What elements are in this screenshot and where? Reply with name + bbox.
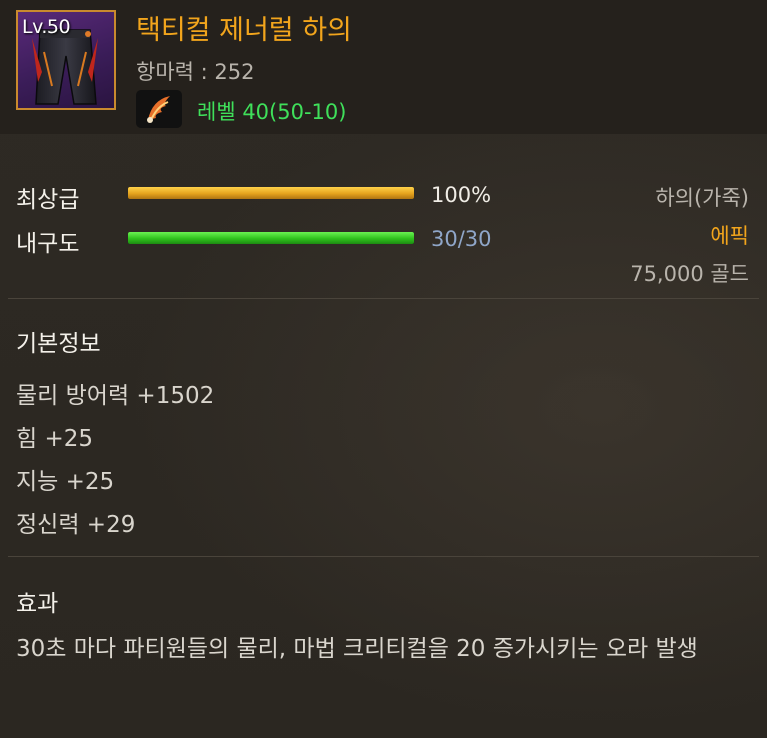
divider [8, 298, 759, 299]
item-type: 하의(가죽) [655, 186, 749, 210]
effect-title: 효과 [16, 591, 59, 617]
item-price: 75,000 골드 [630, 262, 749, 286]
item-rarity: 에픽 [710, 224, 749, 248]
durability-bar [128, 232, 414, 244]
item-tooltip: Lv.50 택티컬 제너럴 하의 항마력 : 252 레벨 40(50-10) … [0, 0, 767, 738]
wing-icon [136, 90, 182, 128]
basic-info-row: 지능 +25 [16, 469, 115, 495]
quality-value: 100% [431, 183, 492, 207]
basic-info-title: 기본정보 [16, 331, 101, 357]
effect-description: 30초 마다 파티원들의 물리, 마법 크리티컬을 20 증가시키는 오라 발생 [16, 636, 698, 662]
basic-info-row: 정신력 +29 [16, 512, 136, 538]
quality-bar-fill [128, 187, 414, 199]
pants-icon: Lv.50 [16, 10, 116, 110]
quality-label: 최상급 [16, 187, 80, 213]
tooltip-header: Lv.50 택티컬 제너럴 하의 항마력 : 252 레벨 40(50-10) [0, 0, 767, 134]
item-level-badge: Lv.50 [22, 16, 71, 38]
durability-value: 30/30 [431, 227, 492, 251]
anti-magic-stat: 항마력 : 252 [136, 60, 255, 84]
durability-bar-fill [128, 232, 414, 244]
durability-label: 내구도 [16, 231, 80, 257]
quality-bar [128, 187, 414, 199]
basic-info-row: 물리 방어력 +1502 [16, 383, 215, 409]
divider [8, 556, 759, 557]
item-name: 택티컬 제너럴 하의 [136, 15, 352, 46]
required-level: 레벨 40(50-10) [197, 100, 347, 124]
basic-info-row: 힘 +25 [16, 426, 94, 452]
